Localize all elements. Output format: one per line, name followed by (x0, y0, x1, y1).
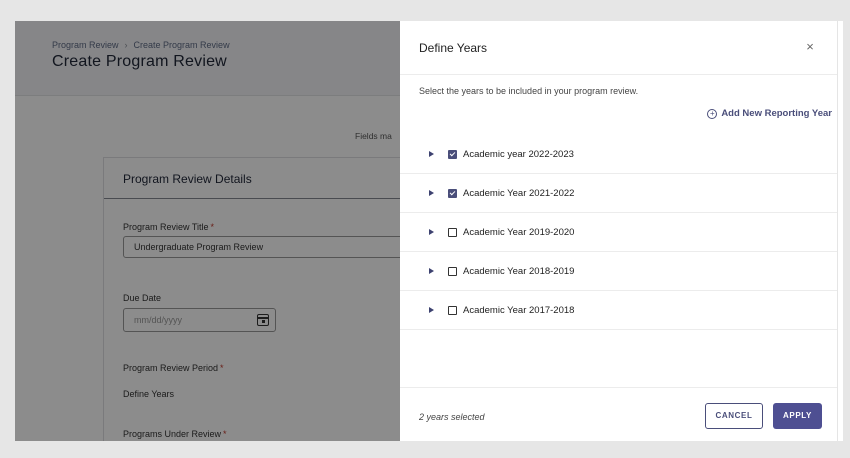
drawer-footer: 2 years selected CANCEL APPLY (400, 387, 837, 441)
year-checkbox[interactable] (448, 305, 457, 315)
year-row[interactable]: Academic Year 2017-2018 (400, 291, 837, 330)
year-row[interactable]: Academic Year 2018-2019 (400, 252, 837, 291)
cancel-button[interactable]: CANCEL (705, 403, 763, 429)
modal-overlay[interactable] (15, 21, 400, 441)
add-new-reporting-year-label: Add New Reporting Year (721, 108, 832, 119)
year-checkbox[interactable] (448, 227, 457, 237)
selected-count: 2 years selected (419, 412, 485, 422)
year-row[interactable]: Academic Year 2019-2020 (400, 213, 837, 252)
plus-circle-icon: + (707, 108, 718, 119)
drawer-title: Define Years (419, 41, 488, 55)
expand-caret-icon[interactable] (429, 307, 434, 313)
year-row[interactable]: Academic Year 2021-2022 (400, 174, 837, 213)
drawer-instructions: Select the years to be included in your … (419, 86, 639, 96)
year-list: Academic year 2022-2023 Academic Year 20… (400, 135, 837, 330)
expand-caret-icon[interactable] (429, 190, 434, 196)
expand-caret-icon[interactable] (429, 229, 434, 235)
expand-caret-icon[interactable] (429, 268, 434, 274)
year-label: Academic year 2022-2023 (463, 148, 574, 160)
close-icon[interactable]: × (801, 38, 819, 56)
year-label: Academic Year 2018-2019 (463, 265, 575, 277)
year-label: Academic Year 2019-2020 (463, 226, 575, 238)
expand-caret-icon[interactable] (429, 151, 434, 157)
year-checkbox[interactable] (448, 188, 457, 198)
drawer-header: Define Years × (400, 21, 837, 75)
year-checkbox[interactable] (448, 266, 457, 276)
year-label: Academic Year 2021-2022 (463, 187, 575, 199)
add-new-reporting-year-button[interactable]: + Add New Reporting Year (707, 108, 832, 119)
define-years-drawer: Define Years × Select the years to be in… (400, 21, 837, 441)
year-checkbox[interactable] (448, 149, 457, 159)
apply-button[interactable]: APPLY (773, 403, 822, 429)
year-label: Academic Year 2017-2018 (463, 304, 575, 316)
year-row[interactable]: Academic year 2022-2023 (400, 135, 837, 174)
drawer-scroll-edge (837, 21, 843, 441)
